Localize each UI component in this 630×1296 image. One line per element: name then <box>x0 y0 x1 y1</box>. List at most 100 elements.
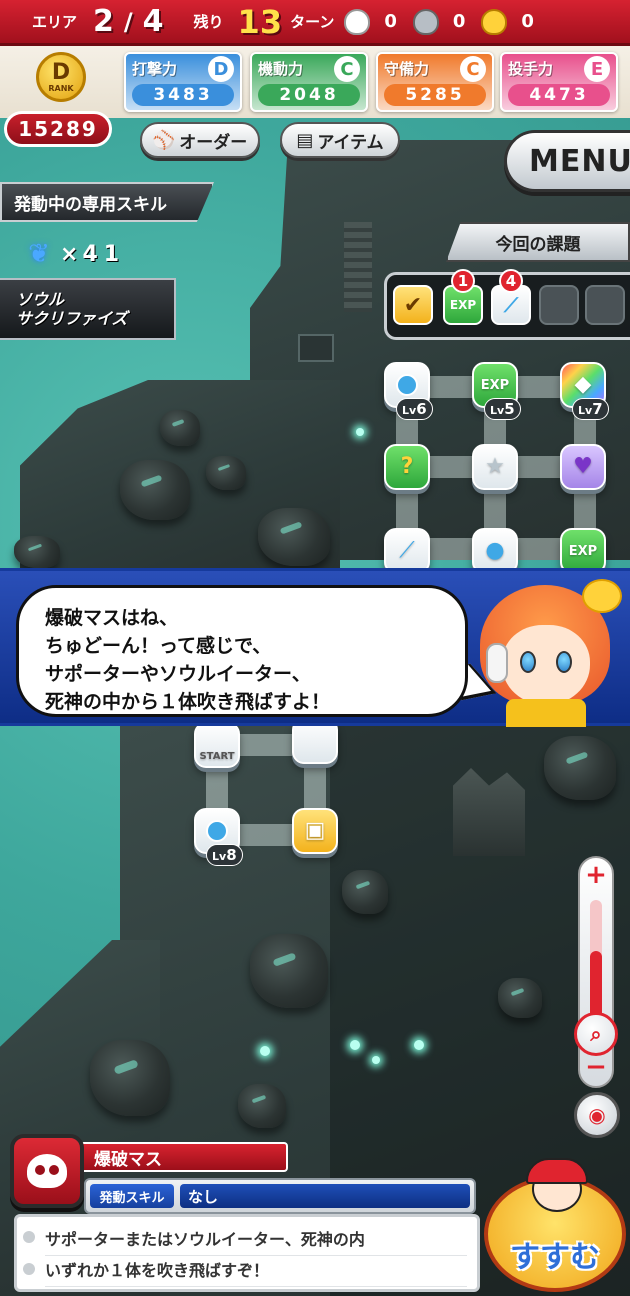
zoom-handle[interactable]: ⌕ <box>574 1012 618 1056</box>
tile-exp[interactable]: EXP Lv5 <box>472 362 521 420</box>
stat-card: 投手力 E 4473 <box>500 52 618 112</box>
gold-bag-icon <box>481 8 508 35</box>
start-label: START <box>199 751 235 762</box>
item-button[interactable]: ▤ アイテム <box>280 122 400 158</box>
rock <box>250 934 328 1008</box>
stat-value: 3483 <box>132 84 234 106</box>
skill-label: 発動スキル <box>90 1184 174 1208</box>
task-tray[interactable]: ✔ EXP 1 ⟋ 4 <box>384 269 630 340</box>
turn-label: ターン <box>290 13 335 31</box>
area-current: 2 <box>93 4 114 39</box>
zoom-out-icon[interactable]: − <box>580 1052 612 1082</box>
team-score: 15289 <box>4 111 112 147</box>
rock <box>14 536 60 568</box>
lv-value: 8 <box>226 846 237 864</box>
white-bag-icon <box>344 8 371 35</box>
tile-start[interactable]: START <box>194 722 240 768</box>
rank-letter: D <box>51 59 71 85</box>
order-label: オーダー <box>179 132 248 153</box>
silver-bag-count: 0 <box>452 11 466 32</box>
gate <box>298 334 334 362</box>
exp-icon: EXP <box>449 298 477 312</box>
exp-icon: EXP <box>480 377 510 393</box>
rock <box>160 410 200 446</box>
top-status-bar: エリア 2 / 4 残り 13 ターン 0 0 0 <box>0 0 630 46</box>
soul-count-value: 41 <box>82 241 126 267</box>
task-complete-slot[interactable]: ✔ <box>393 285 433 325</box>
backpack-icon: ▤ <box>296 129 314 151</box>
dialog-line: ちゅどーん！って感じで、 <box>45 635 272 657</box>
stat-name: 投手力 <box>508 60 554 78</box>
rock <box>498 978 542 1018</box>
zoom-in-icon[interactable]: + <box>580 860 612 890</box>
stat-value: 5285 <box>384 84 486 106</box>
rank-medal: D RANK <box>36 52 86 102</box>
stat-grade: C <box>460 56 486 82</box>
stat-value: 4473 <box>508 84 610 106</box>
soul-sacrifice-banner: ソウル サクリファイズ <box>0 278 176 340</box>
rock <box>206 456 246 490</box>
task-exp-count-badge: 1 <box>451 269 475 293</box>
tile-broken-heart[interactable]: ♥ <box>560 444 606 490</box>
bat-icon: ⟋ <box>504 293 518 317</box>
mascot-cap <box>526 1158 588 1184</box>
glow-mushroom <box>350 1040 360 1050</box>
stat-card: 打撃力 D 3483 <box>124 52 242 112</box>
dialog-line: 死神の中から１体吹き飛ばすよ！ <box>45 691 331 713</box>
rainbow-icon: ◆ <box>574 372 592 397</box>
lv-prefix: Lv <box>212 850 227 863</box>
eye <box>520 651 536 673</box>
gold-bag-count: 0 <box>521 11 534 32</box>
remaining-label: 残り <box>193 13 224 31</box>
money-bag-icon: ● <box>485 538 505 563</box>
exp-icon: EXP <box>568 543 598 559</box>
face <box>502 625 590 705</box>
task-bat-slot[interactable]: ⟋ 4 <box>491 269 531 325</box>
lv-value: 6 <box>416 400 427 418</box>
lv-value: 7 <box>592 400 603 418</box>
tile-batting-practice[interactable]: Lv8 <box>194 808 243 866</box>
area-label: エリア <box>32 13 78 31</box>
tile-info-title: 爆破マス <box>80 1142 288 1172</box>
magnifier-icon: ⌕ <box>590 1022 602 1046</box>
item-bag-button[interactable]: ◉ <box>574 1092 620 1138</box>
order-button[interactable]: ⚾ オーダー <box>140 122 260 158</box>
tile-item-box[interactable]: ▣ <box>292 808 338 854</box>
bat-icon: ⟋ <box>399 538 415 563</box>
rock <box>544 736 616 800</box>
stat-grade: E <box>584 56 610 82</box>
butterfly-icon: ❦ <box>28 239 50 269</box>
glow-mushroom <box>414 1040 424 1050</box>
eye <box>556 651 572 673</box>
glow-mushroom <box>356 428 364 436</box>
task-empty-slot <box>585 285 625 325</box>
active-skill-tag[interactable]: 発動中の専用スキル <box>0 182 214 222</box>
headset-icon <box>486 643 508 683</box>
tile-batting-practice[interactable]: Lv6 <box>384 362 433 420</box>
task-tag[interactable]: 今回の課題 <box>446 222 630 262</box>
menu-button[interactable]: MENU <box>504 130 630 192</box>
rock <box>120 460 190 520</box>
rank-label: RANK <box>48 83 74 93</box>
rock <box>342 870 388 914</box>
lv-value: 5 <box>504 400 515 418</box>
stat-name: 守備力 <box>384 60 430 78</box>
tile-level-badge: Lv6 <box>396 398 433 420</box>
soul-sacrifice-skill[interactable]: ❦ × 41 ソウル サクリファイズ <box>0 240 190 350</box>
glow-mushroom <box>260 1046 270 1056</box>
rock <box>90 1040 170 1116</box>
bag-icon: ◉ <box>588 1103 606 1127</box>
baseball-icon <box>396 374 418 396</box>
stat-name: 機動力 <box>258 60 304 78</box>
tile-rainbow[interactable]: ◆ Lv7 <box>560 362 609 420</box>
turns-remaining: 13 <box>237 2 283 41</box>
dialogue-panel[interactable]: 爆破マスはね、 ちゅどーん！って感じで、 サポーターやソウルイーター、 死神の中… <box>0 568 630 727</box>
soul-title-line1: ソウル <box>16 290 65 309</box>
tile-description: サポーターまたはソウルイーター、死神の内 いずれか１体を吹き飛ばすぞ！ <box>14 1214 480 1292</box>
task-exp-slot[interactable]: EXP 1 <box>443 269 483 325</box>
tile-star[interactable]: ★ <box>472 444 518 490</box>
stat-grade: D <box>208 56 234 82</box>
speech-bubble: 爆破マスはね、 ちゅどーん！って感じで、 サポーターやソウルイーター、 死神の中… <box>16 585 468 717</box>
tile-mystery[interactable]: ? <box>384 444 430 490</box>
tile-level-badge: Lv8 <box>206 844 243 866</box>
